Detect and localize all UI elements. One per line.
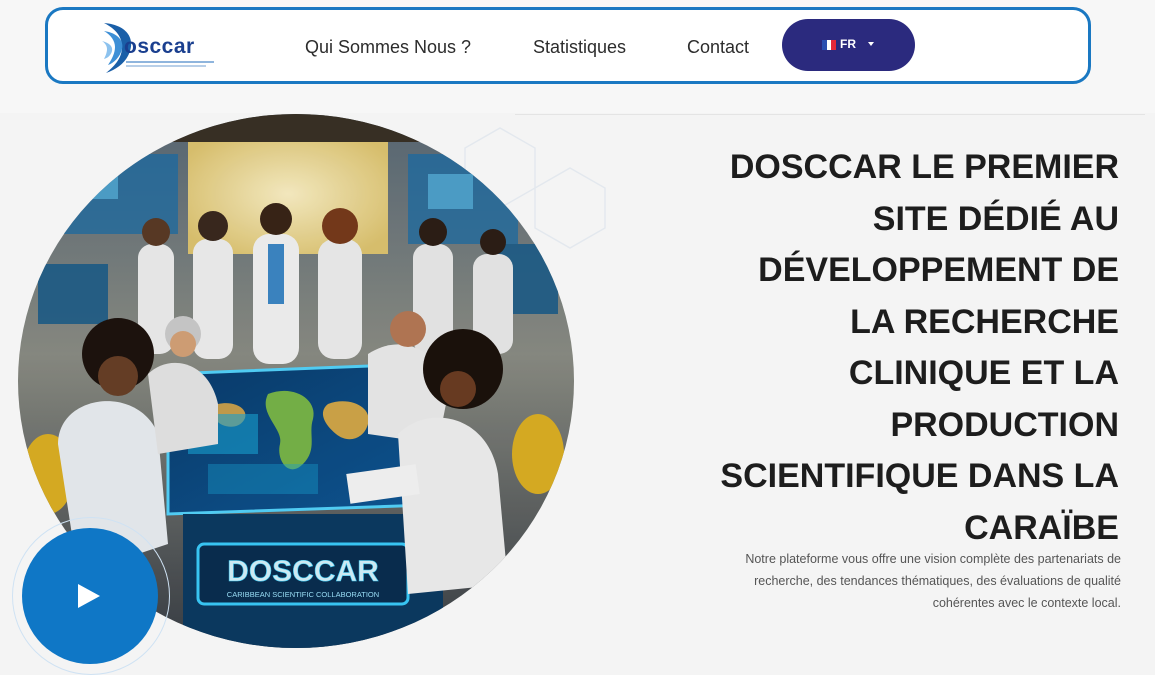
- nav-link-qui-sommes-nous[interactable]: Qui Sommes Nous ?: [305, 37, 471, 58]
- hero-headline: DOSCCAR LE PREMIER SITE DÉDIÉ AU DÉVELOP…: [599, 142, 1119, 554]
- language-label: FR: [840, 37, 856, 51]
- logo[interactable]: osccar: [100, 19, 230, 75]
- headline-line: LA RECHERCHE: [850, 302, 1119, 341]
- description-line: Notre plateforme vous offre une vision c…: [745, 552, 1121, 566]
- france-flag-icon: [822, 40, 837, 50]
- headline-line: DOSCCAR LE PREMIER: [729, 148, 1119, 186]
- logo-text: osccar: [124, 35, 195, 58]
- headline-line: PRODUCTION: [890, 405, 1119, 444]
- section-divider: [515, 114, 1145, 115]
- play-video-button[interactable]: [22, 528, 158, 664]
- nav-link-contact[interactable]: Contact: [687, 37, 749, 58]
- headline-line: SITE DÉDIÉ AU: [872, 199, 1119, 238]
- hero-description: Notre plateforme vous offre une vision c…: [661, 548, 1121, 614]
- headline-line: SCIENTIFIQUE DANS LA: [720, 457, 1119, 495]
- language-selector-button[interactable]: FR: [782, 19, 915, 71]
- description-line: cohérentes avec le contexte local.: [932, 596, 1121, 610]
- nav-link-statistiques[interactable]: Statistiques: [533, 37, 626, 58]
- play-icon: [78, 584, 100, 608]
- headline-line: DÉVELOPPEMENT DE: [758, 251, 1119, 289]
- navbar: osccar Qui Sommes Nous ? Statistiques Co…: [45, 7, 1091, 84]
- description-line: recherche, des tendances thématiques, de…: [754, 574, 1121, 588]
- logo-tagline-line: [126, 61, 214, 63]
- logo-tagline-line: [126, 65, 206, 67]
- chevron-down-icon: [868, 42, 874, 46]
- headline-line: CARAÏBE: [964, 508, 1119, 547]
- headline-line: CLINIQUE ET LA: [848, 354, 1119, 392]
